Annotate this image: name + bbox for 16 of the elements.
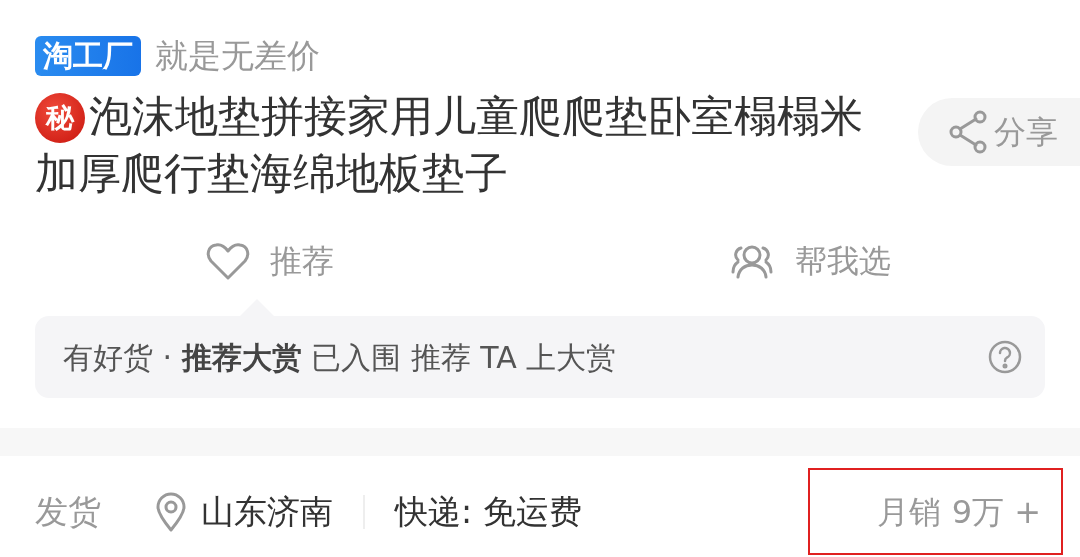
recommend-button[interactable]: 推荐 <box>0 238 540 284</box>
heart-icon <box>206 241 250 281</box>
product-title: 秘 泡沫地垫拼接家用儿童爬爬垫卧室榻榻米加厚爬行垫海绵地板垫子 <box>35 90 864 200</box>
shipping-location: 山东济南 <box>201 490 333 533</box>
brand-badge: 淘工厂 <box>35 36 141 76</box>
slogan-text: 就是无差价 <box>155 36 320 76</box>
share-icon <box>948 110 988 154</box>
monthly-sales: 月销 9万 + <box>877 491 1041 533</box>
notice-text: 有好货 · 推荐大赏 已入围 推荐 TA 上大赏 <box>63 338 617 377</box>
location-pin-icon <box>155 491 187 532</box>
delivery-info: 快递: 免运费 <box>395 490 582 533</box>
shipping-label: 发货 <box>35 490 101 533</box>
share-button[interactable]: 分享 <box>918 98 1080 166</box>
help-choose-button[interactable]: 帮我选 <box>540 238 1080 284</box>
help-icon[interactable] <box>987 339 1023 375</box>
secret-badge: 秘 <box>35 93 85 143</box>
